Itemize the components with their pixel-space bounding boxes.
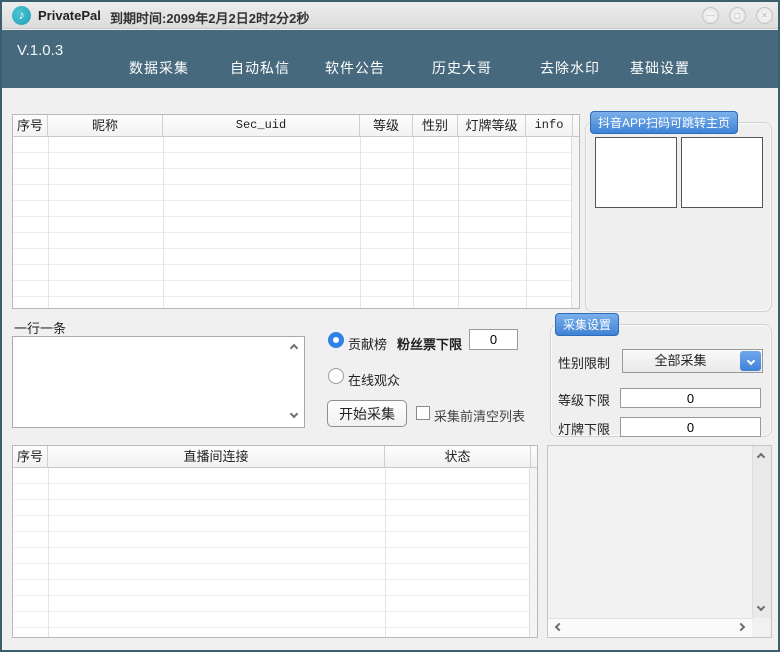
clear-before-collect-checkbox[interactable] <box>416 406 430 420</box>
nav-item-auto-message[interactable]: 自动私信 <box>230 58 290 78</box>
nav-item-watermark[interactable]: 去除水印 <box>540 58 600 78</box>
online-audience-radio-label[interactable]: 在线观众 <box>348 370 400 389</box>
col-header-nickname[interactable]: 昵称 <box>48 115 163 137</box>
col-header-secuid[interactable]: Sec_uid <box>163 115 360 137</box>
level-limit-input[interactable] <box>620 388 761 408</box>
scroll-left-icon[interactable] <box>554 622 564 632</box>
user-table-body <box>13 137 571 308</box>
lines-label: 一行一条 <box>14 321 67 336</box>
room-table-body <box>13 468 529 637</box>
minimize-button[interactable]: — <box>702 7 719 24</box>
log-panel <box>547 445 772 638</box>
room-table-scrollbar[interactable] <box>529 468 537 637</box>
badge-limit-label: 灯牌下限 <box>558 422 611 437</box>
scroll-right-icon[interactable] <box>736 622 746 632</box>
contribution-radio[interactable] <box>328 332 344 348</box>
col-header-info[interactable]: info <box>526 115 573 137</box>
level-limit-label: 等级下限 <box>558 393 611 408</box>
room-table: 序号 直播间连接 状态 <box>12 445 538 638</box>
start-collect-button[interactable]: 开始采集 <box>327 400 407 427</box>
fan-ticket-label: 粉丝票下限 <box>397 337 463 352</box>
gender-limit-value: 全部采集 <box>654 353 707 368</box>
fan-ticket-input[interactable] <box>469 329 518 350</box>
app-logo-icon: ♪ <box>12 6 31 25</box>
badge-limit-input[interactable] <box>620 417 761 437</box>
room-links-textarea[interactable] <box>12 336 305 428</box>
col-header-room-link[interactable]: 直播间连接 <box>48 446 385 468</box>
col-header-room-index[interactable]: 序号 <box>13 446 48 468</box>
scroll-down-icon[interactable] <box>289 409 299 419</box>
app-window: ♪ PrivatePal 到期时间:2099年2月2日2时2分2秒 — ◻ ✕ … <box>0 0 780 652</box>
nav-item-announcement[interactable]: 软件公告 <box>325 58 385 78</box>
nav-item-data-collect[interactable]: 数据采集 <box>129 58 189 78</box>
log-vertical-scrollbar[interactable] <box>752 446 771 618</box>
nav-item-settings[interactable]: 基础设置 <box>630 58 690 78</box>
room-table-header: 序号 直播间连接 状态 <box>13 446 537 468</box>
scroll-down-icon[interactable] <box>756 602 766 612</box>
user-table: 序号 昵称 Sec_uid 等级 性别 灯牌等级 info <box>12 114 580 309</box>
contribution-radio-label[interactable]: 贡献榜 <box>348 334 387 353</box>
maximize-button[interactable]: ◻ <box>729 7 746 24</box>
col-header-level[interactable]: 等级 <box>360 115 413 137</box>
expiry-time-text: 到期时间:2099年2月2日2时2分2秒 <box>110 11 310 26</box>
scroll-up-icon[interactable] <box>289 343 299 353</box>
col-header-index[interactable]: 序号 <box>13 115 48 137</box>
qr-panel <box>585 122 772 312</box>
scroll-up-icon[interactable] <box>756 452 766 462</box>
close-button[interactable]: ✕ <box>756 7 773 24</box>
log-horizontal-scrollbar[interactable] <box>548 618 752 637</box>
user-table-scrollbar[interactable] <box>571 137 579 308</box>
qr-panel-title: 抖音APP扫码可跳转主页 <box>590 111 739 134</box>
col-header-gender[interactable]: 性别 <box>413 115 458 137</box>
qr-code-placeholder-1 <box>595 137 677 208</box>
nav-item-history[interactable]: 历史大哥 <box>432 58 492 78</box>
titlebar: ♪ PrivatePal 到期时间:2099年2月2日2时2分2秒 — ◻ ✕ <box>2 2 778 29</box>
navbar: V.1.0.3 数据采集 自动私信 软件公告 历史大哥 去除水印 基础设置 <box>2 30 778 88</box>
gender-limit-select[interactable]: 全部采集 <box>622 349 763 373</box>
dropdown-button[interactable] <box>740 351 761 371</box>
chevron-down-icon <box>746 356 755 366</box>
version-label: V.1.0.3 <box>17 42 64 59</box>
clear-before-collect-label[interactable]: 采集前清空列表 <box>434 406 525 425</box>
qr-code-placeholder-2 <box>681 137 763 208</box>
collect-settings-title: 采集设置 <box>555 313 620 336</box>
col-header-room-status[interactable]: 状态 <box>385 446 531 468</box>
app-title: PrivatePal <box>38 8 101 23</box>
user-table-header: 序号 昵称 Sec_uid 等级 性别 灯牌等级 info <box>13 115 579 137</box>
col-header-badge[interactable]: 灯牌等级 <box>458 115 526 137</box>
online-audience-radio[interactable] <box>328 368 344 384</box>
gender-limit-label: 性别限制 <box>558 356 611 371</box>
